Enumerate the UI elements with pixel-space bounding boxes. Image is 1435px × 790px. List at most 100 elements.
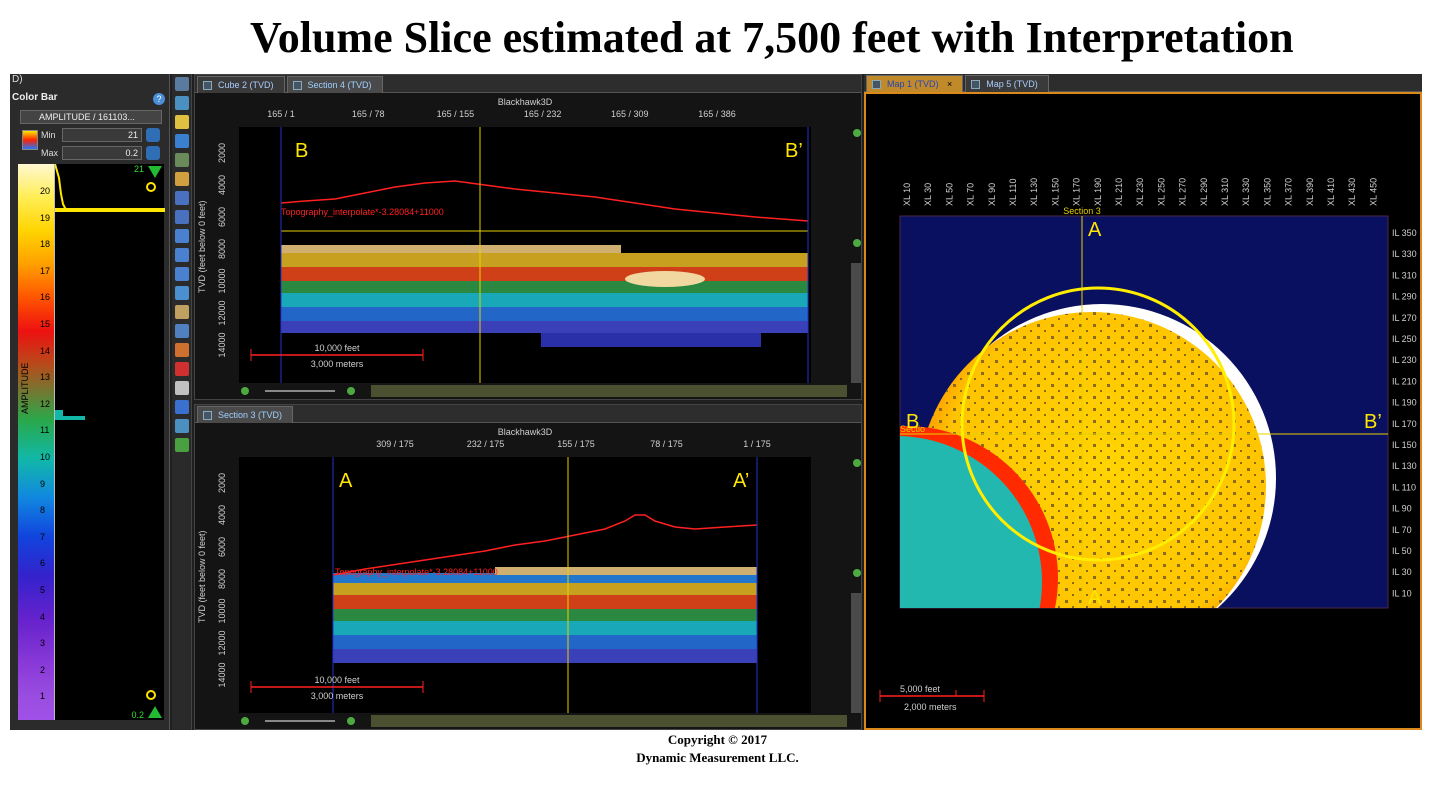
xl-tick-label: XL 150: [1050, 178, 1060, 206]
attribute-select[interactable]: AMPLITUDE / 161103...: [20, 110, 162, 124]
xl-tick-label: XL 130: [1029, 178, 1039, 206]
map-scale-meters: 2,000 meters: [904, 702, 957, 712]
h-zoom-in-icon[interactable]: [347, 717, 355, 725]
top-handle-icon[interactable]: [148, 166, 162, 178]
section-4-plot[interactable]: Blackhawk3D 165 / 1 165 / 78 165 / 155 165 …: [195, 93, 861, 399]
tab-map-1[interactable]: Map 1 (TVD) ×: [866, 75, 964, 92]
refresh-icon[interactable]: [175, 134, 189, 148]
copyright-line: Copyright © 2017: [667, 732, 768, 747]
histogram-svg: [55, 164, 165, 420]
measure-icon[interactable]: [175, 324, 189, 338]
pan-icon[interactable]: [175, 229, 189, 243]
zoom-in-icon[interactable]: [853, 129, 861, 137]
xl-tick-label: XL 350: [1262, 178, 1272, 206]
y-axis-ticks: 2000 4000 6000 8000 10000 12000 14000: [217, 143, 227, 358]
min-field[interactable]: 21: [62, 128, 142, 142]
top-marker-value: 21: [133, 164, 144, 174]
map-marker-a: A: [1088, 219, 1102, 241]
tab-label: Map 5 (TVD): [986, 79, 1038, 89]
y-tick-label: 14000: [217, 332, 227, 357]
zoom-out-icon[interactable]: [853, 239, 861, 247]
h-zoom-out-icon[interactable]: [241, 387, 249, 395]
layers-icon[interactable]: [175, 153, 189, 167]
map-tab-icon: [971, 80, 981, 89]
vertical-toolbar: [172, 74, 192, 730]
tab-section-4[interactable]: Section 4 (TVD): [286, 76, 383, 93]
vertical-scrollbar[interactable]: [851, 263, 861, 383]
xl-tick-label: XL 310: [1220, 178, 1230, 206]
zoom-reset-icon[interactable]: [175, 438, 189, 452]
color-scale[interactable]: 20 19 18 17 16 15 14 13 12 11 10 9 8 7 6 5 4 3 2 1 AMPLITUD…: [18, 164, 54, 720]
h-zoom-in-icon[interactable]: [347, 387, 355, 395]
frame-icon[interactable]: [175, 400, 189, 414]
xl-tick-label: XL 70: [966, 183, 976, 206]
export-icon[interactable]: [175, 419, 189, 433]
zoom-fit-icon[interactable]: [175, 77, 189, 91]
tab-map-5[interactable]: Map 5 (TVD): [965, 75, 1049, 92]
map-plot[interactable]: Section 3 Sectio A A B B’ XL 10 XL 30 XL 5…: [864, 92, 1422, 730]
max-reset-button[interactable]: [146, 146, 160, 160]
tab-label: Map 1 (TVD): [887, 79, 939, 89]
y-axis-ticks: 2000 4000 6000 8000 10000 12000 14000: [217, 473, 227, 688]
zoom-in-icon[interactable]: [175, 115, 189, 129]
zoom-in-icon[interactable]: [853, 459, 861, 467]
seismic-band: [333, 583, 757, 595]
map-marker-b: B: [906, 411, 919, 433]
help-icon[interactable]: ?: [153, 93, 165, 105]
xl-tick-label: XL 450: [1368, 178, 1378, 206]
move-icon[interactable]: [175, 210, 189, 224]
x-tick-label: 165 / 78: [352, 109, 385, 119]
marker-b-prime: B’: [785, 140, 803, 162]
vertical-scrollbar[interactable]: [851, 593, 861, 713]
seismic-band: [281, 307, 808, 321]
color-scale-tick: 8: [40, 505, 46, 516]
max-field[interactable]: 0.2: [62, 146, 142, 160]
y-tick-label: 10000: [217, 598, 227, 623]
document-icon[interactable]: [175, 381, 189, 395]
min-reset-button[interactable]: [146, 128, 160, 142]
palette-swatch-icon[interactable]: [22, 130, 38, 150]
tab-cube-2[interactable]: Cube 2 (TVD): [197, 76, 285, 93]
paint-icon[interactable]: [175, 305, 189, 319]
arrow-right-icon[interactable]: [175, 191, 189, 205]
zoom-box-icon[interactable]: [175, 96, 189, 110]
stop-icon[interactable]: [175, 362, 189, 376]
zoom-icon[interactable]: [146, 182, 156, 192]
y-axis-label: TVD (feet below 0 feet): [197, 200, 207, 293]
color-bar-title: Color Bar: [12, 92, 58, 103]
horizontal-scrollbar[interactable]: [371, 715, 847, 727]
il-tick-label: IL 90: [1392, 504, 1412, 514]
color-scale-axis-label: AMPLITUDE: [20, 362, 30, 414]
x-tick-label: 165 / 386: [698, 109, 736, 119]
amplitude-histogram: 21 0.2: [54, 164, 165, 720]
rotate-icon[interactable]: [175, 248, 189, 262]
xl-tick-label: XL 230: [1135, 178, 1145, 206]
xl-tick-label: XL 90: [987, 183, 997, 206]
section-3-label: Section 3: [1063, 206, 1101, 216]
close-icon[interactable]: ×: [947, 79, 952, 89]
map-scale-feet: 5,000 feet: [900, 684, 941, 694]
color-scale-tick: 14: [40, 345, 51, 356]
xl-tick-label: XL 250: [1156, 178, 1166, 206]
tab-section-3[interactable]: Section 3 (TVD): [197, 406, 294, 423]
horizontal-scrollbar[interactable]: [371, 385, 847, 397]
bottom-handle-icon[interactable]: [148, 706, 162, 718]
xl-tick-label: XL 390: [1305, 178, 1315, 206]
scale-feet: 10,000 feet: [314, 675, 360, 685]
y-tick-label: 8000: [217, 569, 227, 589]
il-tick-label: IL 10: [1392, 588, 1412, 598]
y-tick-label: 14000: [217, 662, 227, 687]
image-icon[interactable]: [175, 343, 189, 357]
seismic-band: [281, 281, 808, 293]
cube-icon[interactable]: [175, 286, 189, 300]
seismic-highlight: [625, 271, 705, 287]
grid-icon[interactable]: [175, 172, 189, 186]
zoom-out-icon[interactable]: [146, 690, 156, 700]
zoom-out-icon[interactable]: [853, 569, 861, 577]
select-icon[interactable]: [175, 267, 189, 281]
il-tick-label: IL 30: [1392, 567, 1412, 577]
section-3-plot[interactable]: Blackhawk3D 309 / 175 232 / 175 155 / 175 7…: [195, 423, 861, 729]
h-zoom-out-icon[interactable]: [241, 717, 249, 725]
il-tick-label: IL 330: [1392, 249, 1417, 259]
x-tick-label: 309 / 175: [376, 439, 414, 449]
